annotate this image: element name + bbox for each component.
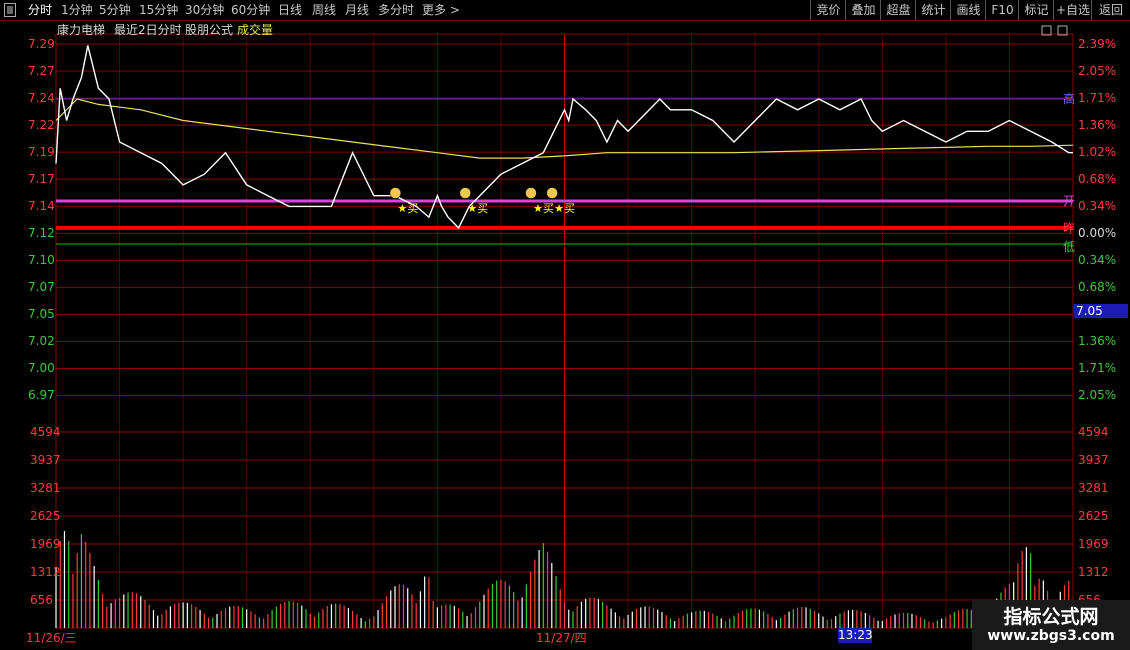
pct-tick-label: 0.34% — [1078, 199, 1117, 214]
price-tick-label: 7.12 — [28, 226, 55, 241]
add-watchlist-button[interactable]: +自选 — [1053, 0, 1092, 20]
date-day2: 11/27/四 — [536, 631, 587, 645]
statistics-button[interactable]: 统计 — [915, 0, 951, 20]
pct-tick-label: 0.00% — [1078, 226, 1117, 241]
intraday-chart[interactable]: ★买 ★买 ★买 ★买 — [0, 20, 1130, 650]
price-tick-label: 7.24 — [28, 91, 55, 106]
cursor-time-label: 13:23 — [838, 628, 873, 643]
price-tick-label: 7.29 — [28, 37, 55, 51]
price-tick-label: 7.07 — [28, 280, 55, 295]
app-menu-icon[interactable] — [4, 3, 16, 17]
volume-tick-label: 4594 — [30, 425, 61, 439]
tab-intraday[interactable]: 分时 — [28, 2, 52, 18]
volume-tick-label: 656 — [30, 593, 53, 607]
date-axis: 11/26/三 11/27/四 — [0, 628, 1130, 650]
tab-multi-intraday[interactable]: 多分时 — [378, 2, 414, 18]
level-marker-low: 低 — [1063, 239, 1076, 254]
period-label: 最近2日分时 — [114, 23, 182, 37]
money-bag-icon — [525, 187, 537, 199]
watermark-url: www.zbgs3.com — [987, 628, 1115, 644]
pct-tick-label: 1.36% — [1078, 334, 1117, 349]
pct-tick-label: 2.05% — [1078, 388, 1117, 403]
pct-tick-label: 0.68% — [1078, 280, 1117, 295]
buy-signal-label: ★买 — [533, 202, 554, 215]
cursor-price-label: 7.05 — [1074, 304, 1128, 318]
money-bag-icon — [459, 187, 472, 199]
price-tick-label: 7.17 — [28, 172, 55, 187]
volume-tick-label: 4594 — [1078, 425, 1109, 439]
money-bag-icon — [389, 187, 402, 199]
buy-signal-label: ★买 — [467, 202, 488, 215]
tab-1min[interactable]: 1分钟 — [61, 2, 93, 18]
pct-tick-label: 1.71% — [1078, 361, 1117, 376]
pct-tick-label: 1.02% — [1078, 145, 1117, 160]
level-marker-high: 高 — [1063, 92, 1076, 107]
price-tick-label: 7.00 — [28, 361, 55, 376]
volume-tick-label: 2625 — [1078, 509, 1109, 523]
volume-tick-label: 3937 — [30, 453, 61, 467]
f10-button[interactable]: F10 — [985, 0, 1019, 20]
level-marker-prev: 昨 — [1063, 220, 1076, 235]
super-panel-button[interactable]: 超盘 — [880, 0, 916, 20]
overlay-button[interactable]: 叠加 — [845, 0, 881, 20]
price-tick-label: 7.05 — [28, 307, 55, 322]
volume-tick-label: 3281 — [1078, 481, 1109, 495]
pct-tick-label: 2.05% — [1078, 64, 1117, 79]
formula-label: 股朋公式 — [185, 23, 234, 37]
stock-name: 康力电梯 — [57, 23, 106, 37]
money-bag-icon — [546, 187, 558, 199]
bidding-button[interactable]: 竞价 — [810, 0, 846, 20]
tab-5min[interactable]: 5分钟 — [99, 2, 131, 18]
tab-more[interactable]: 更多 > — [422, 2, 460, 18]
volume-tick-label: 2625 — [30, 509, 61, 523]
volume-tick-label: 3281 — [30, 481, 61, 495]
price-tick-label: 7.19 — [28, 145, 55, 160]
tab-60min[interactable]: 60分钟 — [231, 2, 270, 18]
pct-tick-label: 1.71% — [1078, 91, 1117, 106]
volume-tick-label: 1969 — [30, 537, 61, 551]
watermark: 指标公式网 www.zbgs3.com — [972, 600, 1130, 650]
watermark-title: 指标公式网 — [1003, 606, 1099, 628]
volume-label: 成交量 — [237, 23, 274, 37]
tab-30min[interactable]: 30分钟 — [185, 2, 224, 18]
mark-button[interactable]: 标记 — [1018, 0, 1054, 20]
back-button[interactable]: 返回 — [1091, 0, 1130, 20]
tab-15min[interactable]: 15分钟 — [139, 2, 178, 18]
price-tick-label: 7.02 — [28, 334, 55, 349]
buy-signal-label: ★买 — [397, 202, 418, 215]
price-tick-label: 7.14 — [28, 199, 55, 214]
price-tick-label: 7.22 — [28, 118, 55, 133]
period-toolbar: 分时 1分钟 5分钟 15分钟 30分钟 60分钟 日线 周线 月线 多分时 更… — [0, 0, 1130, 21]
level-marker-open: 开 — [1063, 194, 1076, 209]
buy-signal-label: ★买 — [554, 202, 575, 215]
pct-tick-label: 2.39% — [1078, 37, 1117, 51]
volume-tick-label: 1312 — [1078, 565, 1109, 579]
price-tick-label: 6.97 — [28, 388, 55, 403]
volume-tick-label: 3937 — [1078, 453, 1109, 467]
tab-daily[interactable]: 日线 — [278, 2, 302, 18]
price-tick-label: 7.27 — [28, 64, 55, 79]
tab-weekly[interactable]: 周线 — [312, 2, 336, 18]
date-day1: 11/26/三 — [26, 631, 77, 645]
price-tick-label: 7.10 — [28, 253, 55, 268]
pct-tick-label: 0.68% — [1078, 172, 1117, 187]
tab-monthly[interactable]: 月线 — [345, 2, 369, 18]
volume-tick-label: 1969 — [1078, 537, 1109, 551]
pct-tick-label: 1.36% — [1078, 118, 1117, 133]
volume-tick-label: 1312 — [30, 565, 61, 579]
draw-line-button[interactable]: 画线 — [950, 0, 986, 20]
pct-tick-label: 0.34% — [1078, 253, 1117, 268]
